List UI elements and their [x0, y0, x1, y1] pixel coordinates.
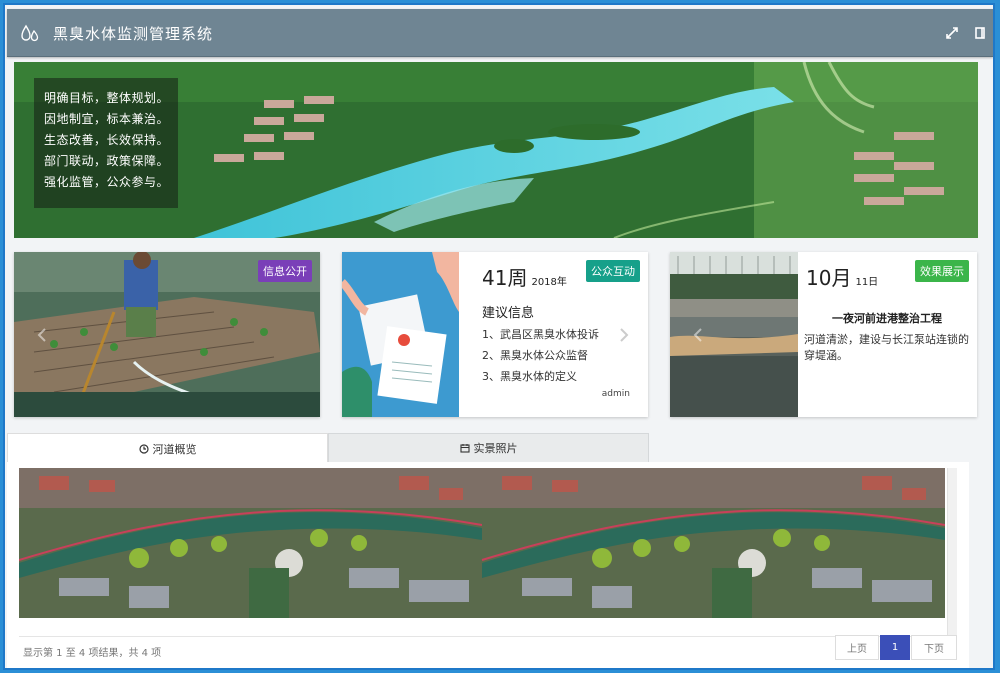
prev-arrow-icon[interactable] — [692, 328, 704, 342]
info-badge: 信息公开 — [258, 260, 312, 282]
slogan-line: 部门联动，政策保障。 — [44, 154, 170, 168]
expand-icon[interactable] — [945, 26, 959, 40]
list-item[interactable]: 2、黑臭水体公众监督 — [482, 345, 612, 366]
date-label: 10月 11日 — [806, 262, 878, 291]
tab-live-photos[interactable]: 实景照片 — [328, 433, 649, 463]
effect-card[interactable]: 10月 11日 效果展示 一夜河前进港整治工程 河道清淤，建设与长江泵站连锁的穿堤… — [670, 252, 977, 417]
river-cleanup-photo — [670, 252, 798, 417]
interaction-card[interactable]: 41周 2018年 公众互动 建议信息 1、武昌区黑臭水体投诉 2、黑臭水体公众监… — [342, 252, 648, 417]
effect-badge: 效果展示 — [915, 260, 969, 282]
panel-scrollbar[interactable] — [947, 468, 957, 640]
calendar-icon — [459, 444, 470, 453]
slogan-box: 明确目标，整体规划。 因地制宜，标本兼治。 生态改善，长效保持。 部门联动，政策… — [34, 78, 178, 208]
week-label: 41周 2018年 — [482, 262, 567, 291]
water-drops-icon — [21, 24, 39, 42]
fullscreen-icon[interactable] — [973, 26, 987, 40]
next-arrow-icon[interactable] — [618, 328, 630, 342]
suggestion-title: 建议信息 — [482, 306, 535, 321]
project-description: 河道清淤，建设与长江泵站连锁的穿堤涵。 — [804, 333, 969, 362]
info-card[interactable]: 信息公开 — [14, 252, 320, 417]
slogan-line: 强化监管，公众参与。 — [44, 175, 170, 189]
prev-page-button[interactable]: 上页 — [835, 635, 879, 660]
day: 11日 — [855, 277, 879, 288]
app-title: 黑臭水体监测管理系统 — [53, 25, 214, 43]
week-number: 41周 — [482, 266, 528, 290]
aerial-photo-strip — [19, 468, 945, 618]
author: admin — [601, 389, 630, 399]
documents-illustration — [342, 252, 459, 417]
slogan-line: 明确目标，整体规划。 — [44, 91, 170, 105]
slogan-line: 生态改善，长效保持。 — [44, 133, 170, 147]
top-header: 黑臭水体监测管理系统 — [7, 9, 993, 57]
tab-bar: 河道概览 实景照片 — [7, 433, 649, 463]
tab-label: 实景照片 — [473, 442, 518, 455]
slogan-line: 因地制宜，标本兼治。 — [44, 112, 170, 126]
next-page-button[interactable]: 下页 — [911, 635, 957, 660]
aerial-river-photos — [19, 468, 945, 618]
river-overview-panel: 显示第 1 至 4 项结果，共 4 项 上页 1 下页 — [7, 462, 969, 668]
suggestion-list: 1、武昌区黑臭水体投诉 2、黑臭水体公众监督 3、黑臭水体的定义 — [482, 324, 612, 387]
prev-arrow-icon[interactable] — [36, 328, 48, 342]
list-item[interactable]: 3、黑臭水体的定义 — [482, 366, 612, 387]
table-divider — [19, 636, 945, 637]
page-1-button[interactable]: 1 — [880, 635, 910, 660]
clock-icon — [138, 443, 149, 454]
app-frame: 黑臭水体监测管理系统 明确目标，整体规划。 因地制宜，标本兼治。 生态改善，长效… — [3, 3, 995, 670]
list-item[interactable]: 1、武昌区黑臭水体投诉 — [482, 324, 612, 345]
table-info: 显示第 1 至 4 项结果，共 4 项 — [23, 648, 162, 659]
project-title: 一夜河前进港整治工程 — [832, 312, 942, 325]
month: 10月 — [806, 266, 852, 290]
banner-image: 明确目标，整体规划。 因地制宜，标本兼治。 生态改善，长效保持。 部门联动，政策… — [14, 62, 978, 238]
tab-label: 河道概览 — [152, 442, 197, 456]
year: 2018年 — [531, 277, 567, 288]
tab-river-overview[interactable]: 河道概览 — [7, 433, 328, 463]
interaction-badge: 公众互动 — [586, 260, 640, 282]
